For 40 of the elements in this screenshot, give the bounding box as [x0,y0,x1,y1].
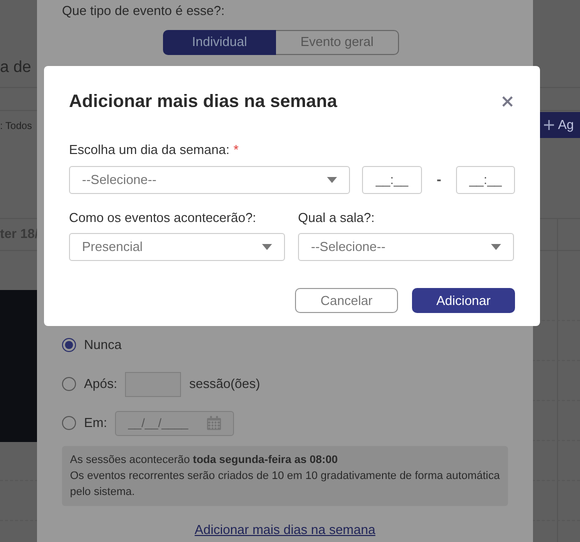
time-separator: - [436,170,442,189]
info-text: Os eventos recorrentes serão criados de 10 em 10 gradativamente de forma automática pelo sistema. [70,468,500,500]
add-days-link[interactable]: Adicionar mais dias na semana [194,520,376,539]
date-placeholder: __/__/____ [128,415,188,432]
event-type-tab[interactable]: Individual [163,30,276,54]
add-button[interactable]: Adicionar [412,288,515,313]
caret-icon [491,244,501,250]
end-time-field[interactable]: __:__ [456,166,515,194]
room-label: Qual a sala?: [298,208,376,226]
radio-label: Após: [84,375,118,394]
calendar-icon [207,416,222,430]
caret-icon [327,176,337,182]
info-text: As sessões acontecerão toda segunda-feira as 08:00 [70,452,339,468]
mode-label: Como os eventos acontecerão?: [69,208,258,226]
cancel-button[interactable]: Cancelar [295,288,398,313]
room-select[interactable]: --Selecione-- [298,233,514,261]
event-type-label: Que tipo de evento é esse?: [62,2,226,20]
dialog-title: Adicionar mais dias na semana [69,90,338,113]
caret-icon [262,244,272,250]
select-value: Presencial [82,238,143,256]
event-type-tab[interactable]: Evento geral [276,30,399,54]
select-value: --Selecione-- [311,238,386,256]
close-icon[interactable] [502,96,513,107]
radio-button[interactable] [62,377,76,391]
page-heading: a de [0,58,32,78]
radio-button[interactable] [62,338,76,352]
select-value: --Selecione-- [82,170,156,189]
session-count-field[interactable] [125,372,182,396]
required-mark: * [233,141,238,159]
mode-select[interactable]: Presencial [69,233,285,261]
start-time-field[interactable]: __:__ [362,166,422,194]
weekday-label: Escolha um dia da semana: [69,141,230,159]
radio-button[interactable] [62,416,76,430]
radio-label: Nunca [84,336,122,354]
sessions-label: sessão(ões) [189,375,260,394]
filter-label: : Todos [0,120,32,134]
date-field[interactable]: __/__/____ [115,410,234,436]
plus-icon [544,120,554,130]
weekday-select[interactable]: --Selecione-- [69,166,350,194]
radio-label: Em: [84,414,108,432]
